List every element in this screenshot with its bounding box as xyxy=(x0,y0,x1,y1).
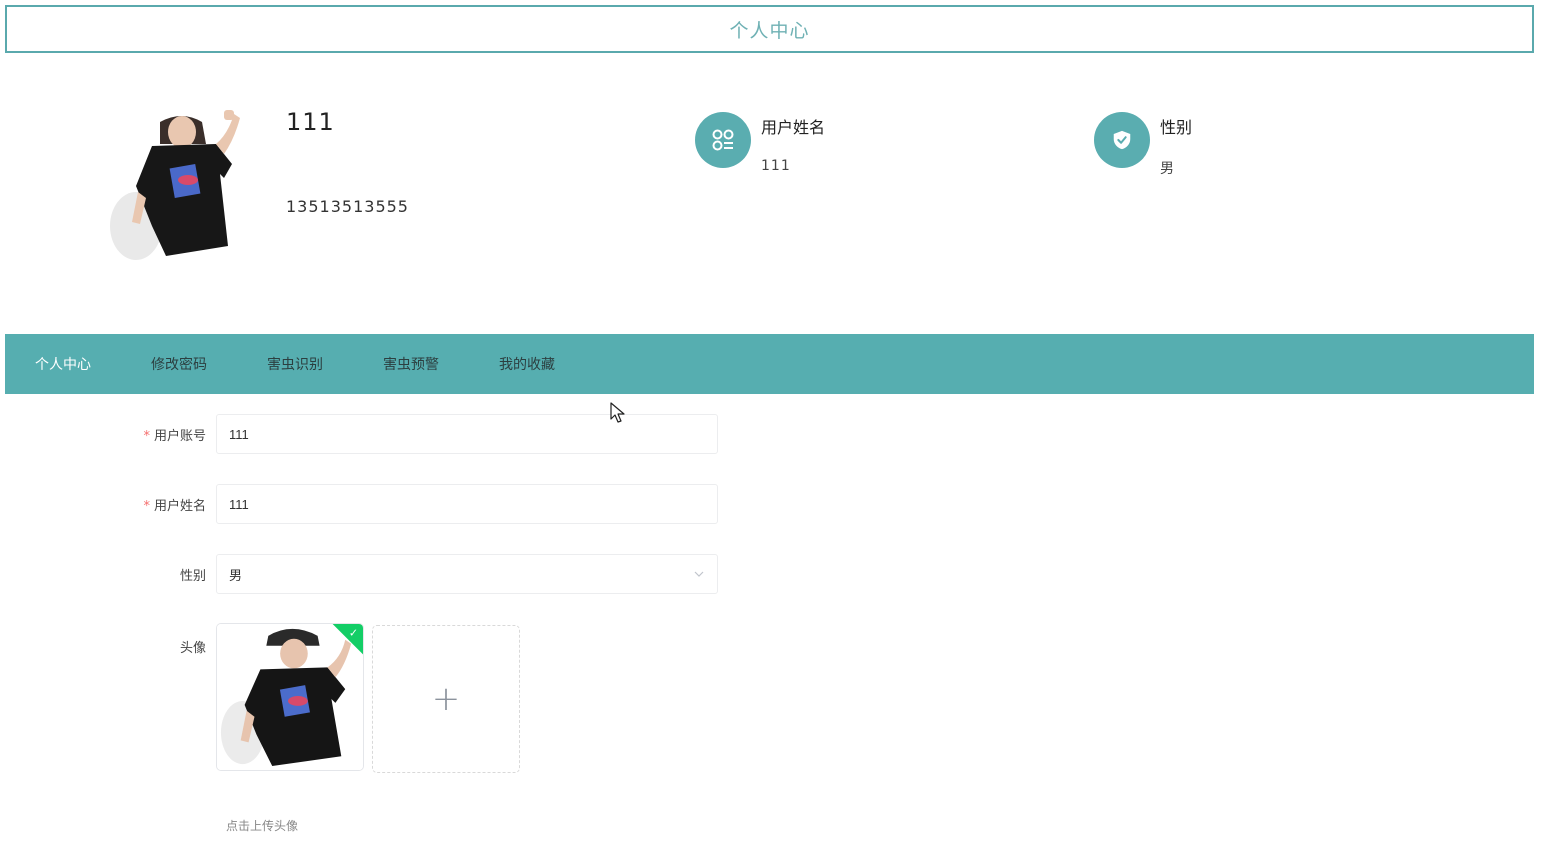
nav-item-pest-warning[interactable]: 害虫预警 xyxy=(383,354,439,374)
profile-phone: 13513513555 xyxy=(286,197,409,216)
info-gender: 性别 男 xyxy=(1094,112,1192,178)
avatar-label: 头像 xyxy=(179,641,206,656)
gender-select[interactable]: 男 xyxy=(216,554,718,594)
uploaded-avatar-photo xyxy=(217,624,363,770)
required-mark: * xyxy=(143,498,150,514)
info-gender-label: 性别 xyxy=(1160,118,1193,137)
gender-select-value: 男 xyxy=(229,567,243,583)
nav-item-favorites[interactable]: 我的收藏 xyxy=(499,354,555,374)
name-input-value: 111 xyxy=(229,496,249,512)
mouse-cursor-icon xyxy=(610,402,625,423)
account-input[interactable]: 111 xyxy=(216,414,718,454)
required-mark: * xyxy=(143,428,150,444)
account-input-value: 111 xyxy=(229,426,249,442)
form-row-name: * 用户姓名 111 xyxy=(110,484,718,524)
nav-item-pest-recognition[interactable]: 害虫识别 xyxy=(267,354,323,374)
profile-nav: 个人中心 修改密码 害虫识别 害虫预警 我的收藏 xyxy=(5,334,1534,394)
chevron-down-icon xyxy=(694,571,704,577)
plus-icon: + xyxy=(431,679,461,719)
nav-item-change-password[interactable]: 修改密码 xyxy=(151,354,207,374)
form-row-account: * 用户账号 111 xyxy=(110,414,718,454)
avatar-photo xyxy=(106,106,254,260)
info-username: 用户姓名 111 xyxy=(695,112,825,174)
account-label-text: 用户账号 xyxy=(153,428,206,444)
form-row-gender: 性别 男 xyxy=(110,554,718,594)
page-title: 个人中心 xyxy=(5,5,1534,53)
gender-label: 性别 xyxy=(179,568,206,584)
name-label-text: 用户姓名 xyxy=(153,498,206,514)
page-title-text: 个人中心 xyxy=(729,19,810,42)
account-label: * 用户账号 xyxy=(110,425,216,444)
form-row-avatar: 头像 ✓ + xyxy=(110,623,520,773)
uploaded-avatar-thumb[interactable]: ✓ xyxy=(216,623,364,771)
check-icon: ✓ xyxy=(349,626,359,640)
shield-check-icon xyxy=(1094,112,1150,168)
info-username-value: 111 xyxy=(761,158,791,174)
apps-icon xyxy=(695,112,751,168)
upload-tip: 点击上传头像 xyxy=(226,819,299,833)
info-gender-value: 男 xyxy=(1160,161,1175,177)
upload-add-button[interactable]: + xyxy=(372,625,520,773)
info-username-label: 用户姓名 xyxy=(761,118,826,137)
name-input[interactable]: 111 xyxy=(216,484,718,524)
nav-item-profile[interactable]: 个人中心 xyxy=(35,354,91,374)
name-label: * 用户姓名 xyxy=(110,495,216,514)
profile-avatar xyxy=(106,106,254,260)
profile-name: 111 xyxy=(286,108,335,136)
